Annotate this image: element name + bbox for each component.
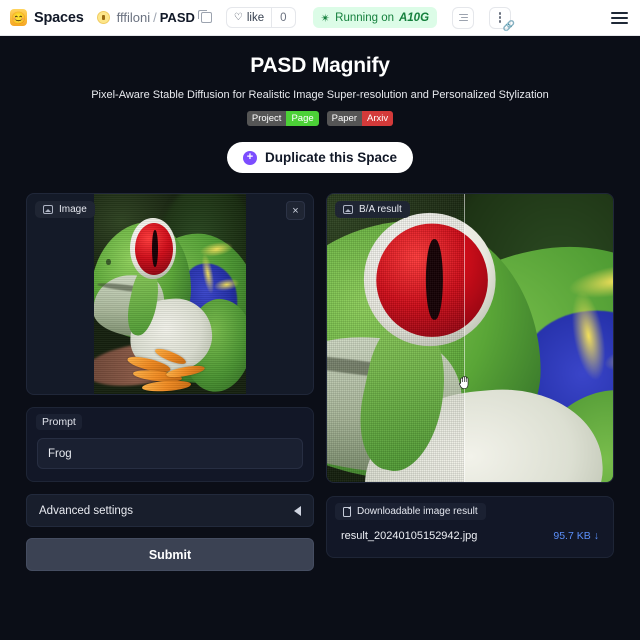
- grab-hand-cursor: [459, 376, 469, 390]
- like-label: like: [246, 11, 265, 24]
- left-column: Image × Prompt Frog Advanced settings Su…: [26, 193, 314, 571]
- input-image-panel[interactable]: Image ×: [26, 193, 314, 395]
- download-file-row[interactable]: result_20240105152942.jpg 95.7 KB ↓: [335, 523, 605, 549]
- logs-button[interactable]: [452, 6, 475, 29]
- huggingface-top-bar: 😊 Spaces fffiloni / PASD ♡ like 0 ✴ Runn…: [0, 0, 640, 36]
- vertical-dots-icon: [498, 12, 502, 23]
- like-button[interactable]: ♡ like: [227, 8, 271, 27]
- download-arrow-icon: ↓: [593, 530, 599, 542]
- download-filename[interactable]: result_20240105152942.jpg: [341, 530, 477, 542]
- right-column: B/A result Downloadable image result res…: [326, 193, 614, 558]
- image-icon: [43, 205, 53, 214]
- runtime-status-badge: ✴ Running on A10G: [312, 7, 438, 28]
- logs-icon: [458, 13, 468, 22]
- before-after-result-panel[interactable]: B/A result: [326, 193, 614, 483]
- duplicate-space-label: Duplicate this Space: [264, 150, 398, 165]
- breadcrumb-separator: /: [153, 10, 157, 25]
- result-image: [327, 194, 613, 482]
- badge-label: Paper: [326, 111, 362, 126]
- breadcrumb: fffiloni / PASD: [117, 9, 212, 25]
- page-subtitle: Pixel-Aware Stable Diffusion for Realist…: [91, 89, 549, 101]
- badge-value: Page: [286, 111, 319, 126]
- download-filesize: 95.7 KB: [553, 530, 591, 542]
- runtime-hardware: A10G: [398, 11, 430, 24]
- like-group: ♡ like 0: [225, 7, 296, 28]
- user-avatar-icon[interactable]: 😊: [10, 9, 27, 26]
- badge-value: Arxiv: [362, 111, 394, 126]
- repo-owner-avatar-icon: [96, 11, 110, 24]
- advanced-settings-label: Advanced settings: [39, 504, 133, 517]
- input-image-header: Image: [35, 201, 95, 218]
- input-image-label: Image: [59, 204, 87, 215]
- repo-owner-link[interactable]: fffiloni: [117, 10, 151, 25]
- badge-project-page[interactable]: Project Page: [246, 111, 319, 126]
- badge-paper-arxiv[interactable]: Paper Arxiv: [326, 111, 394, 126]
- hamburger-menu-icon[interactable]: [611, 11, 628, 24]
- badge-row: Project Page Paper Arxiv: [0, 111, 640, 126]
- main-columns: Image × Prompt Frog Advanced settings Su…: [0, 193, 640, 571]
- download-result-label: Downloadable image result: [357, 506, 478, 517]
- input-image: [94, 194, 246, 394]
- prompt-input[interactable]: Frog: [37, 438, 303, 469]
- close-icon[interactable]: ×: [286, 201, 305, 220]
- copy-icon[interactable]: [198, 9, 212, 23]
- duplicate-plus-icon: +: [242, 150, 257, 165]
- prompt-label: Prompt: [36, 414, 82, 430]
- like-count: 0: [271, 8, 294, 27]
- chevron-left-icon: [294, 505, 301, 516]
- gradio-app: PASD Magnify Pixel-Aware Stable Diffusio…: [0, 54, 640, 571]
- prompt-block: Prompt Frog: [26, 407, 314, 482]
- repo-name-link[interactable]: PASD: [160, 10, 195, 25]
- scissors-icon: ✴: [320, 12, 331, 25]
- before-after-slider-handle[interactable]: [464, 194, 466, 482]
- heart-icon: ♡: [233, 12, 243, 23]
- result-panel-header: B/A result: [335, 201, 410, 218]
- download-size-link[interactable]: 95.7 KB ↓: [553, 530, 599, 542]
- badge-label: Project: [246, 111, 287, 126]
- result-panel-label: B/A result: [359, 204, 402, 215]
- download-result-block: Downloadable image result result_2024010…: [326, 496, 614, 558]
- link-icon: 🔗: [502, 20, 516, 32]
- page-title: PASD Magnify: [250, 54, 390, 77]
- advanced-settings-accordion[interactable]: Advanced settings: [26, 494, 314, 527]
- more-menu-button[interactable]: 🔗: [489, 6, 515, 32]
- runtime-status-text: Running on: [335, 11, 394, 24]
- file-icon: [343, 506, 352, 517]
- duplicate-space-button[interactable]: + Duplicate this Space: [227, 142, 413, 173]
- spaces-label[interactable]: Spaces: [34, 10, 84, 26]
- image-icon: [343, 205, 353, 214]
- download-result-header: Downloadable image result: [335, 503, 486, 520]
- submit-button[interactable]: Submit: [26, 538, 314, 571]
